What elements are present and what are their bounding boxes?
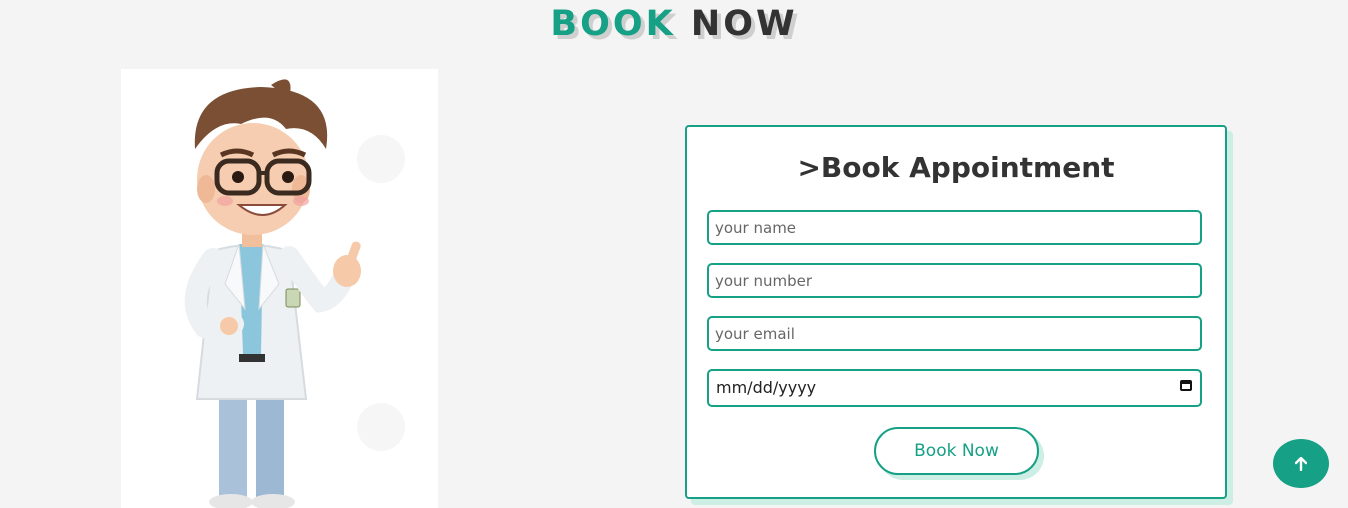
email-field-wrapper: [707, 316, 1202, 351]
doctor-character-icon: [184, 79, 405, 508]
form-title: >Book Appointment: [797, 151, 1115, 184]
appointment-form: >Book Appointment mm/dd/yyyy Book Now: [685, 125, 1227, 499]
date-input[interactable]: mm/dd/yyyy: [707, 369, 1202, 407]
section-heading: BOOK NOW: [0, 4, 1348, 44]
arrow-up-icon: [1295, 456, 1307, 471]
heading-word-now: NOW: [690, 4, 798, 44]
name-input[interactable]: [709, 212, 1200, 243]
email-input[interactable]: [709, 318, 1200, 349]
number-field-wrapper: [707, 263, 1202, 298]
doctor-illustration: [121, 69, 438, 508]
number-input[interactable]: [709, 265, 1200, 296]
name-field-wrapper: [707, 210, 1202, 245]
date-value: mm/dd/yyyy: [716, 378, 817, 397]
calendar-icon[interactable]: [1180, 380, 1192, 391]
heading-word-book: BOOK: [550, 4, 676, 44]
book-now-button[interactable]: Book Now: [874, 427, 1039, 475]
scroll-top-button[interactable]: [1273, 439, 1329, 488]
